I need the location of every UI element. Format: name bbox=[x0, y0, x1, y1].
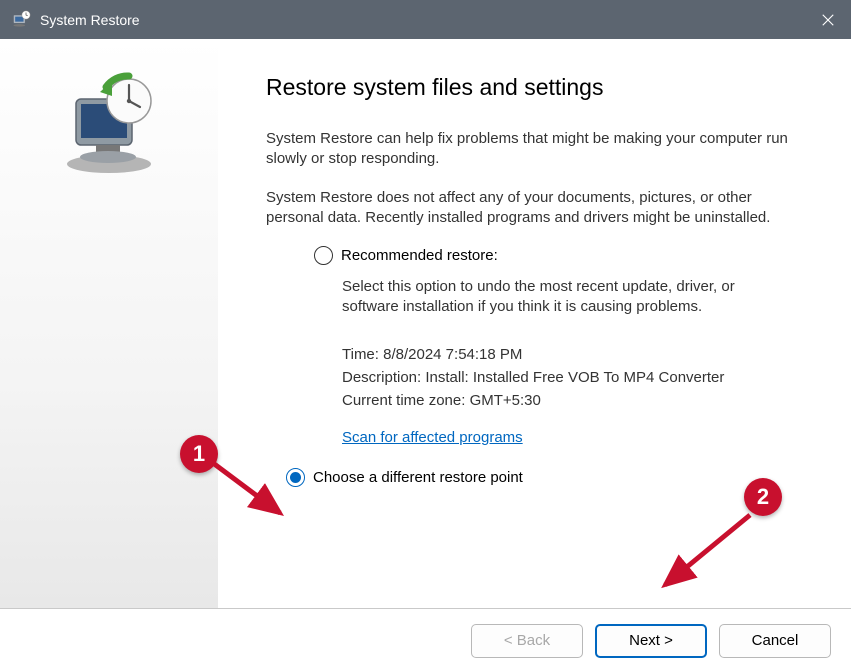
restore-illustration-icon bbox=[54, 69, 164, 179]
radio-recommended-restore[interactable]: Recommended restore: bbox=[314, 246, 796, 265]
next-button[interactable]: Next > bbox=[595, 624, 707, 658]
annotation-callout-2: 2 bbox=[744, 478, 782, 516]
annotation-callout-1: 1 bbox=[180, 435, 218, 473]
restore-time: Time: 8/8/2024 7:54:18 PM bbox=[342, 346, 796, 363]
titlebar: System Restore bbox=[0, 0, 851, 39]
intro-paragraph-2: System Restore does not affect any of yo… bbox=[266, 188, 796, 229]
window-title: System Restore bbox=[40, 12, 140, 28]
page-heading: Restore system files and settings bbox=[266, 74, 796, 101]
scan-affected-programs-link[interactable]: Scan for affected programs bbox=[342, 429, 523, 446]
radio-recommended-label: Recommended restore: bbox=[341, 247, 498, 264]
cancel-button[interactable]: Cancel bbox=[719, 624, 831, 658]
intro-paragraph-1: System Restore can help fix problems tha… bbox=[266, 129, 796, 170]
restore-description: Description: Install: Installed Free VOB… bbox=[342, 369, 796, 386]
system-restore-icon bbox=[10, 9, 32, 31]
restore-options: Recommended restore: Select this option … bbox=[314, 246, 796, 487]
wizard-footer: < Back Next > Cancel bbox=[0, 608, 851, 672]
main-panel: Restore system files and settings System… bbox=[218, 39, 851, 608]
close-button[interactable] bbox=[805, 0, 851, 39]
recommended-detail: Select this option to undo the most rece… bbox=[342, 277, 762, 318]
radio-choose-different[interactable]: Choose a different restore point bbox=[286, 468, 796, 487]
content-area: Restore system files and settings System… bbox=[0, 39, 851, 608]
restore-timezone: Current time zone: GMT+5:30 bbox=[342, 392, 796, 409]
back-button: < Back bbox=[471, 624, 583, 658]
radio-choose-different-label: Choose a different restore point bbox=[313, 469, 523, 486]
radio-icon bbox=[314, 246, 333, 265]
side-panel bbox=[0, 39, 218, 608]
radio-icon bbox=[286, 468, 305, 487]
restore-point-info: Time: 8/8/2024 7:54:18 PM Description: I… bbox=[342, 346, 796, 464]
